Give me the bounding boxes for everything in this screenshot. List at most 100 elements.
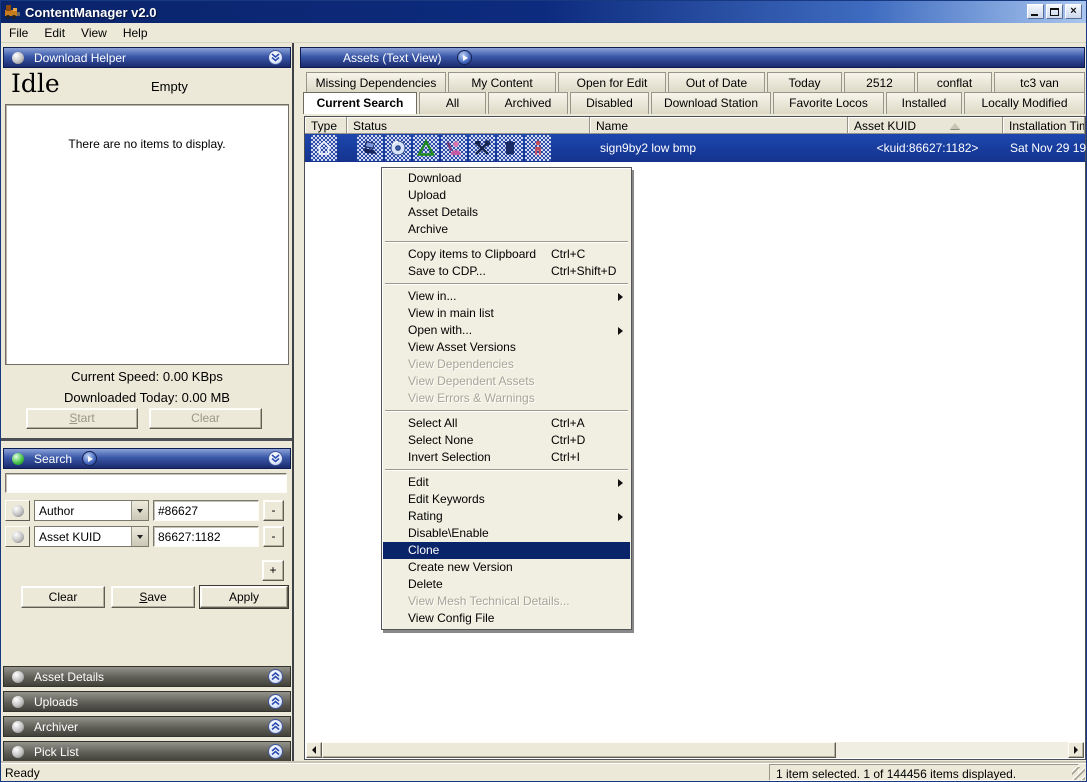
menu-item-archive[interactable]: Archive <box>383 221 630 238</box>
tab-conflat[interactable]: conflat <box>917 72 992 92</box>
expand-chevron-up-icon[interactable] <box>268 694 283 709</box>
clear-search-button[interactable]: Clear <box>21 586 105 608</box>
clear-download-button[interactable]: Clear <box>149 408 262 429</box>
menu-item-download[interactable]: Download <box>383 170 630 187</box>
expand-chevron-up-icon[interactable] <box>268 719 283 734</box>
menu-item-view-dependencies: View Dependencies <box>383 356 630 373</box>
expand-chevron-up-icon[interactable] <box>268 744 283 759</box>
table-row-selected[interactable]: sign9by2 low bmp <kuid:86627:1182> Sat N… <box>305 134 1085 162</box>
scroll-right-arrow-icon[interactable] <box>1068 742 1084 758</box>
search-input[interactable] <box>5 473 287 493</box>
save-search-button[interactable]: Save <box>111 586 195 608</box>
add-filter-button[interactable]: + <box>262 560 284 581</box>
column-header-asset-kuid[interactable]: Asset KUID <box>848 117 1003 134</box>
menu-item-disable-enable[interactable]: Disable\Enable <box>383 525 630 542</box>
filter-toggle-button[interactable] <box>5 500 30 521</box>
content-manager-window: ContentManager v2.0 × File Edit View Hel… <box>0 0 1087 782</box>
assets-view-header[interactable]: Assets (Text View) <box>300 47 1085 68</box>
column-header-name[interactable]: Name <box>590 117 848 134</box>
column-header-installation-time[interactable]: Installation Time <box>1003 117 1085 134</box>
filter-field-select[interactable]: Asset KUID <box>34 526 149 547</box>
maximize-button[interactable] <box>1046 4 1063 19</box>
remove-filter-button[interactable]: - <box>263 500 284 521</box>
menu-help[interactable]: Help <box>115 24 156 42</box>
tab-download-station[interactable]: Download Station <box>651 92 771 114</box>
crossed-tools-icon <box>469 135 495 161</box>
filter-field-value: Author <box>35 504 131 518</box>
grey-sphere-icon <box>12 52 24 64</box>
titlebar[interactable]: ContentManager v2.0 × <box>1 1 1086 23</box>
menu-item-view-asset-versions[interactable]: View Asset Versions <box>383 339 630 356</box>
tab-tc3-van[interactable]: tc3 van <box>994 72 1085 92</box>
filter-toggle-button[interactable] <box>5 526 30 547</box>
scroll-left-arrow-icon[interactable] <box>306 742 322 758</box>
pick-list-panel-header[interactable]: Pick List <box>3 741 291 762</box>
column-header-status[interactable]: Status <box>347 117 590 134</box>
tab-current-search[interactable]: Current Search <box>303 92 417 114</box>
archiver-panel-header[interactable]: Archiver <box>3 716 291 737</box>
menu-edit[interactable]: Edit <box>36 24 73 42</box>
grey-sphere-icon <box>12 531 24 543</box>
start-button[interactable]: Start <box>26 408 138 429</box>
run-search-icon[interactable] <box>82 451 97 466</box>
tab-locally-modified[interactable]: Locally Modified <box>964 92 1085 114</box>
panel-splitter[interactable] <box>292 43 297 763</box>
menu-file[interactable]: File <box>1 24 36 42</box>
resize-grip[interactable] <box>1072 767 1085 780</box>
menu-item-open-with[interactable]: Open with... <box>383 322 630 339</box>
assets-menu-icon[interactable] <box>457 50 472 65</box>
horizontal-scrollbar[interactable] <box>306 742 1084 758</box>
tab-archived[interactable]: Archived <box>488 92 568 114</box>
download-helper-header[interactable]: Download Helper <box>3 47 291 68</box>
search-header[interactable]: Search <box>3 448 291 469</box>
menu-item-edit[interactable]: Edit <box>383 474 630 491</box>
minimize-button[interactable] <box>1027 4 1044 19</box>
menu-item-create-new-version[interactable]: Create new Version <box>383 559 630 576</box>
scrollbar-thumb[interactable] <box>322 742 836 758</box>
tab-disabled[interactable]: Disabled <box>570 92 649 114</box>
collapse-chevron-down-icon[interactable] <box>268 50 283 65</box>
menu-separator <box>385 469 628 471</box>
menu-item-asset-details[interactable]: Asset Details <box>383 204 630 221</box>
menu-item-save-to-cdp[interactable]: Save to CDP...Ctrl+Shift+D <box>383 263 630 280</box>
window-title: ContentManager v2.0 <box>25 5 156 20</box>
menu-item-view-config-file[interactable]: View Config File <box>383 610 630 627</box>
collapse-chevron-down-icon[interactable] <box>268 451 283 466</box>
menu-view[interactable]: View <box>73 24 115 42</box>
close-button[interactable]: × <box>1065 4 1082 19</box>
expand-chevron-up-icon[interactable] <box>268 669 283 684</box>
tab-favorite-locos[interactable]: Favorite Locos <box>773 92 884 114</box>
menu-item-view-in[interactable]: View in... <box>383 288 630 305</box>
menu-item-invert-selection[interactable]: Invert SelectionCtrl+I <box>383 449 630 466</box>
uploads-panel-header[interactable]: Uploads <box>3 691 291 712</box>
tab-all[interactable]: All <box>419 92 486 114</box>
tab-installed[interactable]: Installed <box>886 92 962 114</box>
menu-item-view-in-main-list[interactable]: View in main list <box>383 305 630 322</box>
tab-2512[interactable]: 2512 <box>844 72 915 92</box>
menu-item-edit-keywords[interactable]: Edit Keywords <box>383 491 630 508</box>
column-label: Installation Time <box>1009 119 1085 133</box>
download-queue-list[interactable]: There are no items to display. <box>5 104 289 365</box>
dropdown-arrow-icon[interactable] <box>131 501 148 520</box>
menu-item-delete[interactable]: Delete <box>383 576 630 593</box>
tab-my-content[interactable]: My Content <box>448 72 556 92</box>
menu-item-clone[interactable]: Clone <box>383 542 630 559</box>
menu-item-select-none[interactable]: Select NoneCtrl+D <box>383 432 630 449</box>
filter-field-select[interactable]: Author <box>34 500 149 521</box>
menu-item-rating[interactable]: Rating <box>383 508 630 525</box>
column-header-type[interactable]: Type <box>305 117 347 134</box>
dropdown-arrow-icon[interactable] <box>131 527 148 546</box>
tab-missing-dependencies[interactable]: Missing Dependencies <box>306 72 446 92</box>
tab-today[interactable]: Today <box>767 72 842 92</box>
remove-filter-button[interactable]: - <box>263 526 284 547</box>
tab-open-for-edit[interactable]: Open for Edit <box>558 72 666 92</box>
asset-details-panel-header[interactable]: Asset Details <box>3 666 291 687</box>
menu-item-select-all[interactable]: Select AllCtrl+A <box>383 415 630 432</box>
filter-value-input[interactable] <box>153 526 259 547</box>
tab-out-of-date[interactable]: Out of Date <box>668 72 765 92</box>
menu-item-copy-items-to-clipboard[interactable]: Copy items to ClipboardCtrl+C <box>383 246 630 263</box>
filter-value-input[interactable] <box>153 500 259 521</box>
menu-item-upload[interactable]: Upload <box>383 187 630 204</box>
apply-search-button[interactable]: Apply <box>200 586 288 608</box>
menu-item-label: Delete <box>408 577 443 591</box>
